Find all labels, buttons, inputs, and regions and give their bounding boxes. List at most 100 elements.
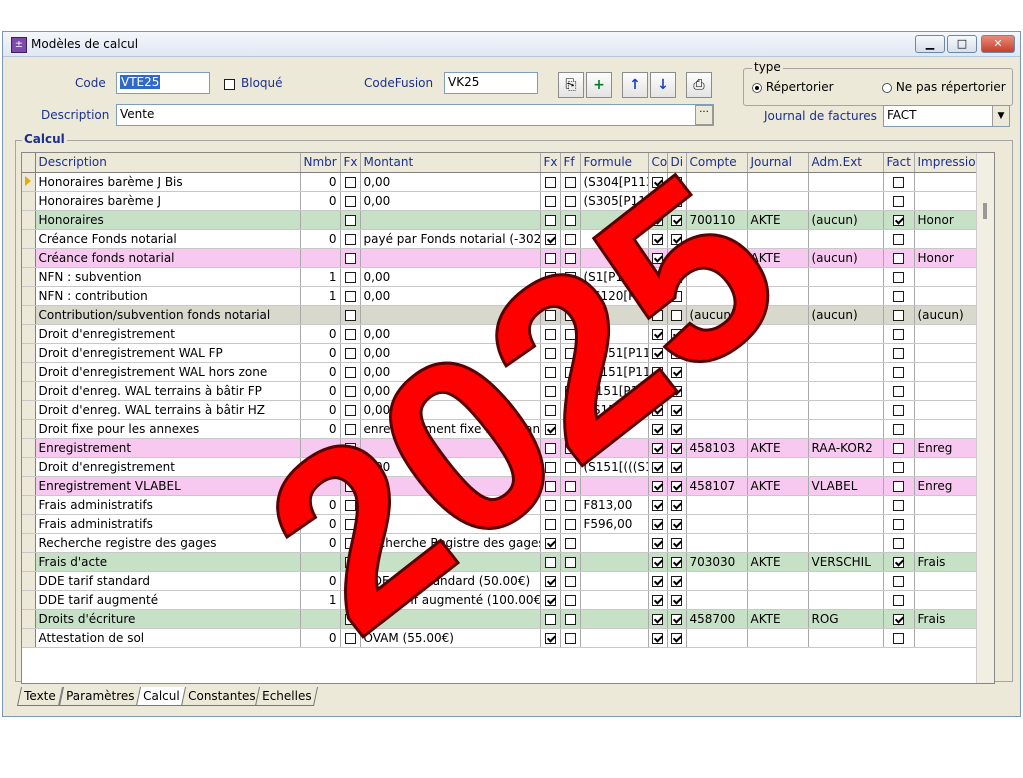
checkbox[interactable] bbox=[671, 290, 682, 302]
cell-formule[interactable] bbox=[580, 476, 649, 496]
cell-journal[interactable]: AKTE bbox=[747, 248, 809, 268]
cell-fx2-checkbox[interactable] bbox=[540, 495, 561, 515]
cell-di-checkbox[interactable] bbox=[667, 172, 687, 192]
cell-fx1-checkbox[interactable] bbox=[340, 191, 361, 211]
description-input[interactable]: Vente bbox=[116, 104, 714, 126]
row-indicator[interactable] bbox=[22, 343, 36, 363]
checkbox[interactable] bbox=[544, 442, 556, 454]
checkbox[interactable] bbox=[893, 271, 904, 283]
cell-nmbr[interactable]: 0 bbox=[300, 628, 341, 648]
checkbox[interactable] bbox=[544, 423, 556, 435]
cell-fx1-checkbox[interactable] bbox=[340, 267, 361, 287]
cell-di-checkbox[interactable] bbox=[667, 495, 687, 515]
checkbox[interactable] bbox=[344, 176, 356, 188]
cell-nmbr[interactable] bbox=[300, 552, 341, 572]
cell-fact-checkbox[interactable] bbox=[883, 229, 915, 249]
cell-compte[interactable] bbox=[686, 514, 748, 534]
cell-montant[interactable]: 0,00 bbox=[360, 191, 541, 211]
cell-montant[interactable]: 0,00 bbox=[360, 495, 541, 515]
cell-fx1-checkbox[interactable] bbox=[340, 628, 361, 648]
cell-di-checkbox[interactable] bbox=[667, 400, 687, 420]
cell-desc[interactable]: Droit d'enreg. WAL terrains à bâtir HZ bbox=[35, 400, 301, 420]
cell-fx2-checkbox[interactable] bbox=[540, 172, 561, 192]
tab-texte[interactable]: Texte bbox=[16, 687, 63, 706]
cell-desc[interactable]: Droit fixe pour les annexes bbox=[35, 419, 301, 439]
cell-co-checkbox[interactable] bbox=[648, 438, 668, 458]
checkbox[interactable] bbox=[652, 594, 663, 606]
cell-fx2-checkbox[interactable] bbox=[540, 381, 561, 401]
col-header[interactable]: Nmbr bbox=[300, 153, 341, 173]
checkbox[interactable] bbox=[671, 537, 682, 549]
checkbox[interactable] bbox=[344, 575, 356, 587]
checkbox[interactable] bbox=[652, 632, 663, 644]
cell-fact-checkbox[interactable] bbox=[883, 381, 915, 401]
checkbox[interactable] bbox=[652, 233, 663, 245]
cell-fx2-checkbox[interactable] bbox=[540, 552, 561, 572]
cell-adm[interactable] bbox=[808, 343, 884, 363]
cell-journal[interactable] bbox=[747, 172, 809, 192]
cell-formule[interactable]: ((S151[P11 bbox=[580, 362, 649, 382]
cell-co-checkbox[interactable] bbox=[648, 419, 668, 439]
checkbox[interactable] bbox=[652, 214, 663, 226]
checkbox[interactable] bbox=[544, 537, 556, 549]
cell-formule[interactable] bbox=[580, 609, 649, 629]
cell-desc[interactable]: NFN : subvention bbox=[35, 267, 301, 287]
col-header[interactable]: Fx bbox=[340, 153, 361, 173]
checkbox[interactable] bbox=[652, 271, 663, 283]
cell-adm[interactable]: VLABEL bbox=[808, 476, 884, 496]
cell-fx1-checkbox[interactable] bbox=[340, 419, 361, 439]
cell-compte[interactable] bbox=[686, 172, 748, 192]
cell-compte[interactable] bbox=[686, 381, 748, 401]
cell-fx2-checkbox[interactable] bbox=[540, 419, 561, 439]
cell-fx1-checkbox[interactable] bbox=[340, 552, 361, 572]
row-indicator[interactable] bbox=[22, 571, 36, 591]
cell-di-checkbox[interactable] bbox=[667, 457, 687, 477]
checkbox[interactable] bbox=[544, 233, 556, 245]
cell-formule[interactable]: (S1[P113 bbox=[580, 267, 649, 287]
cell-co-checkbox[interactable] bbox=[648, 495, 668, 515]
checkbox[interactable] bbox=[652, 404, 663, 416]
cell-ff-checkbox[interactable] bbox=[560, 571, 581, 591]
cell-nmbr[interactable]: 0 bbox=[300, 495, 341, 515]
cell-montant[interactable] bbox=[360, 248, 541, 268]
checkbox[interactable] bbox=[893, 632, 904, 644]
checkbox[interactable] bbox=[544, 575, 556, 587]
cell-formule[interactable]: (S305[P113 bbox=[580, 191, 649, 211]
cell-formule[interactable]: (S151[(((S1 bbox=[580, 457, 649, 477]
cell-fact-checkbox[interactable] bbox=[883, 362, 915, 382]
cell-compte[interactable] bbox=[686, 571, 748, 591]
cell-formule[interactable] bbox=[580, 419, 649, 439]
cell-desc[interactable]: Créance Fonds notarial bbox=[35, 229, 301, 249]
checkbox[interactable] bbox=[652, 518, 663, 530]
checkbox[interactable] bbox=[893, 461, 904, 473]
table-row[interactable]: Recherche registre des gages 0 Recherche R… bbox=[22, 533, 994, 553]
checkbox[interactable] bbox=[564, 480, 576, 492]
radio-repertorier-dot[interactable] bbox=[752, 82, 762, 93]
cell-adm[interactable] bbox=[808, 571, 884, 591]
checkbox[interactable] bbox=[893, 575, 904, 587]
table-row[interactable]: Droit d'enregistrement WAL hors zone 0 0,0… bbox=[22, 362, 994, 382]
cell-adm[interactable] bbox=[808, 514, 884, 534]
checkbox[interactable] bbox=[671, 461, 682, 473]
cell-fx1-checkbox[interactable] bbox=[340, 343, 361, 363]
cell-adm[interactable]: (aucun) bbox=[808, 210, 884, 230]
cell-fx2-checkbox[interactable] bbox=[540, 286, 561, 306]
checkbox[interactable] bbox=[344, 518, 356, 530]
cell-nmbr[interactable] bbox=[300, 248, 341, 268]
checkbox[interactable] bbox=[652, 328, 663, 340]
cell-desc[interactable]: Frais administratifs bbox=[35, 514, 301, 534]
cell-adm[interactable] bbox=[808, 419, 884, 439]
cell-formule[interactable] bbox=[580, 552, 649, 572]
checkbox[interactable] bbox=[652, 385, 663, 397]
checkbox[interactable] bbox=[344, 632, 356, 644]
checkbox[interactable] bbox=[564, 556, 576, 568]
cell-montant[interactable]: 0,00 bbox=[360, 172, 541, 192]
cell-ff-checkbox[interactable] bbox=[560, 438, 581, 458]
cell-desc[interactable]: DDE tarif standard bbox=[35, 571, 301, 591]
cell-nmbr[interactable]: 0 bbox=[300, 419, 341, 439]
cell-fx2-checkbox[interactable] bbox=[540, 305, 561, 325]
checkbox[interactable] bbox=[671, 233, 682, 245]
cell-co-checkbox[interactable] bbox=[648, 248, 668, 268]
cell-di-checkbox[interactable] bbox=[667, 229, 687, 249]
row-indicator[interactable] bbox=[22, 476, 36, 496]
